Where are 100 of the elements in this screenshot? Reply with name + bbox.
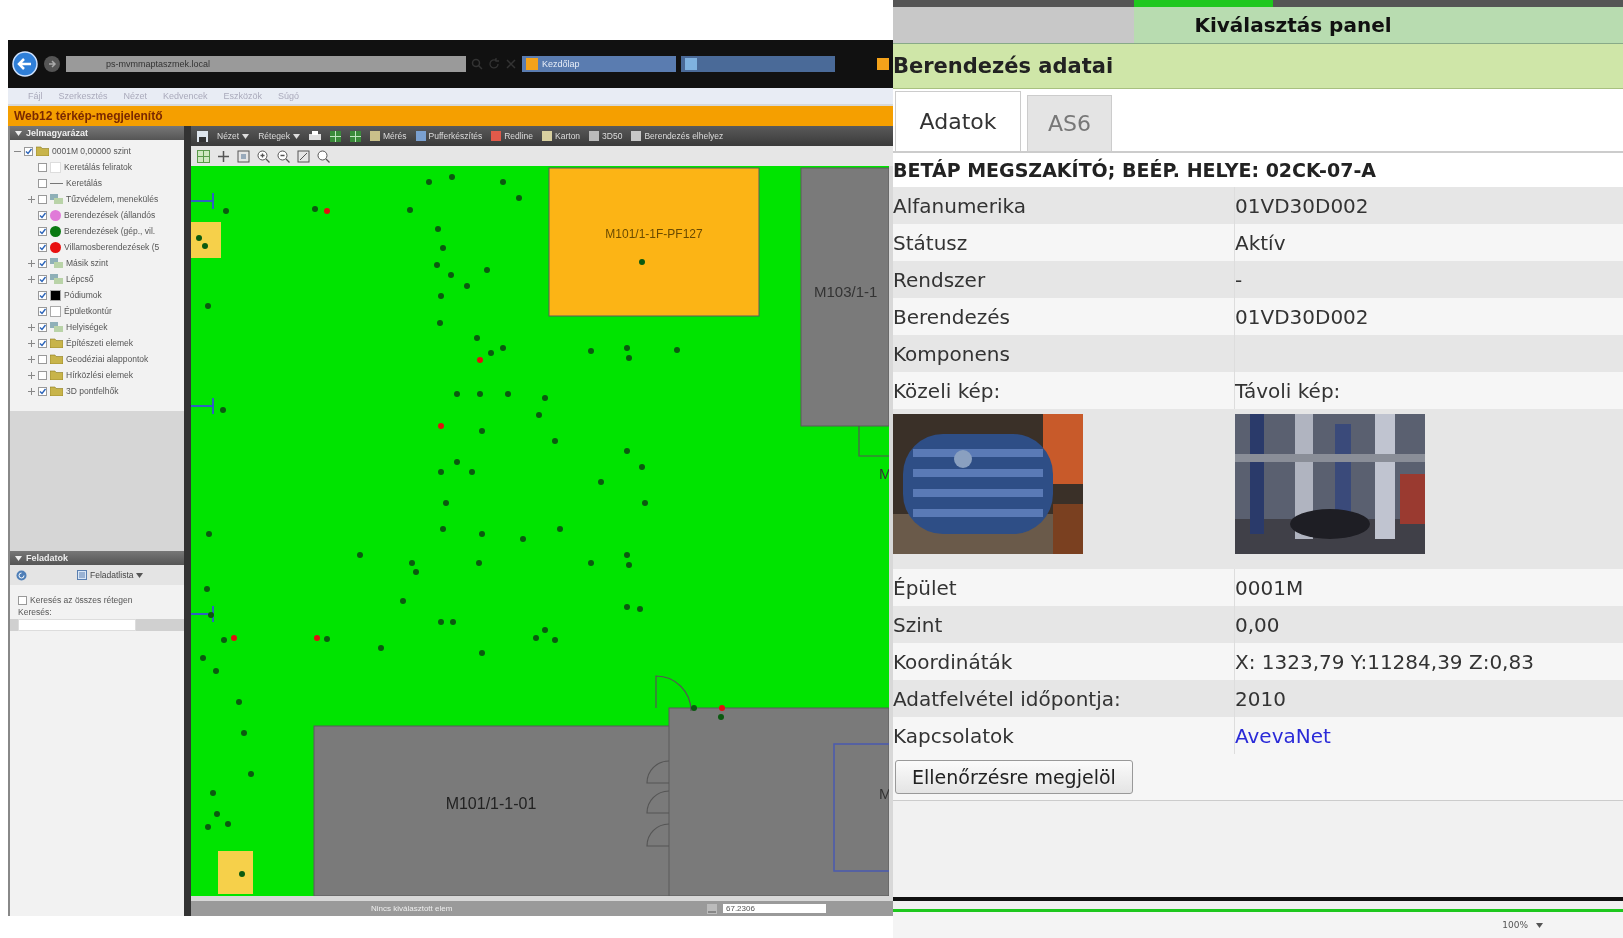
equipment-dot[interactable] <box>437 320 443 326</box>
equipment-dot[interactable] <box>438 469 444 475</box>
equipment-dot[interactable] <box>231 635 237 641</box>
equipment-dot[interactable] <box>500 345 506 351</box>
layer-label[interactable]: Másik szint <box>66 258 109 268</box>
toolbar-button[interactable]: Berendezés elhelyez <box>631 131 724 141</box>
expand-icon[interactable] <box>28 355 35 363</box>
equipment-dot[interactable] <box>454 391 460 397</box>
equipment-dot[interactable] <box>409 560 415 566</box>
equipment-dot[interactable] <box>248 771 254 777</box>
equipment-dot[interactable] <box>440 526 446 532</box>
equipment-dot[interactable] <box>239 871 245 877</box>
layer-label[interactable]: Keretálás feliratok <box>64 162 133 172</box>
equipment-dot[interactable] <box>474 335 480 341</box>
zoom-out-icon[interactable] <box>277 149 290 163</box>
equipment-dot[interactable] <box>588 348 594 354</box>
equipment-dot[interactable] <box>469 469 475 475</box>
equipment-dot[interactable] <box>407 207 413 213</box>
layer-label[interactable]: Épületkontúr <box>64 306 112 316</box>
layer-label[interactable]: Helyiségek <box>66 322 108 332</box>
equipment-dot[interactable] <box>205 824 211 830</box>
equipment-dot[interactable] <box>598 479 604 485</box>
equipment-dot[interactable] <box>438 423 444 429</box>
layer-label[interactable]: Berendezések (állandós <box>64 210 156 220</box>
checkbox[interactable] <box>38 386 47 396</box>
equipment-dot[interactable] <box>637 606 643 612</box>
equipment-dot[interactable] <box>479 650 485 656</box>
equipment-dot[interactable] <box>691 705 697 711</box>
equipment-dot[interactable] <box>413 569 419 575</box>
equipment-dot[interactable] <box>624 448 630 454</box>
toolbar-button[interactable]: Pufferkészítés <box>415 131 483 141</box>
layer-label[interactable]: Lépcső <box>66 274 94 284</box>
equipment-dot[interactable] <box>450 619 456 625</box>
equipment-dot[interactable] <box>542 395 548 401</box>
equipment-dot[interactable] <box>484 267 490 273</box>
layer-label[interactable]: Keretálás <box>66 178 102 188</box>
toolbar-button[interactable]: Mérés <box>369 131 407 141</box>
toolbar-button[interactable]: 3D50 <box>589 131 623 141</box>
equipment-dot[interactable] <box>196 235 202 241</box>
toolbar-button[interactable]: Nézet <box>217 131 250 141</box>
equipment-dot[interactable] <box>221 637 227 643</box>
equipment-dot[interactable] <box>719 705 725 711</box>
equipment-dot[interactable] <box>536 412 542 418</box>
equipment-dot[interactable] <box>435 226 441 232</box>
checkbox[interactable] <box>38 194 47 204</box>
address-field[interactable]: ps-mvmmaptaszmek.local <box>66 56 466 72</box>
equipment-dot[interactable] <box>438 619 444 625</box>
refresh-icon[interactable] <box>16 569 27 581</box>
layer-label[interactable]: Tűzvédelem, menekülés <box>66 194 159 204</box>
layer-label[interactable]: Geodéziai alappontok <box>66 354 149 364</box>
expand-icon[interactable] <box>28 371 35 379</box>
checkbox[interactable] <box>38 290 47 300</box>
equipment-dot[interactable] <box>449 174 455 180</box>
tab[interactable]: AS6 <box>1027 95 1112 151</box>
equipment-dot[interactable] <box>626 562 632 568</box>
zoom-button[interactable]: 100% <box>1502 920 1543 930</box>
equipment-dot[interactable] <box>557 526 563 532</box>
checkbox[interactable] <box>38 162 47 172</box>
equipment-dot[interactable] <box>314 635 320 641</box>
equipment-dot[interactable] <box>464 283 470 289</box>
layer-label[interactable]: Pódiumok <box>64 290 102 300</box>
forward-button[interactable] <box>43 55 61 73</box>
full-extent-icon[interactable] <box>297 149 310 163</box>
browser-tab[interactable] <box>681 56 835 72</box>
equipment-dot[interactable] <box>477 391 483 397</box>
toolbar-button[interactable]: Redline <box>491 131 534 141</box>
dropdown-button[interactable]: Feladatlista <box>77 570 144 580</box>
equipment-dot[interactable] <box>205 303 211 309</box>
equipment-dot[interactable] <box>552 637 558 643</box>
checkbox[interactable] <box>38 370 47 380</box>
checkbox[interactable] <box>18 595 27 605</box>
equipment-dot[interactable] <box>479 428 485 434</box>
mark-button[interactable]: Ellenőrzésre megjelöl <box>895 760 1133 794</box>
equipment-dot[interactable] <box>210 790 216 796</box>
equipment-dot[interactable] <box>324 636 330 642</box>
equipment-dot[interactable] <box>533 635 539 641</box>
checkbox[interactable] <box>38 258 47 268</box>
checkbox[interactable] <box>24 146 33 156</box>
expand-icon[interactable] <box>28 275 35 283</box>
expand-icon[interactable] <box>28 323 35 331</box>
zoom-box-icon[interactable] <box>237 149 250 163</box>
equipment-dot[interactable] <box>312 206 318 212</box>
layer-label[interactable]: Építészeti elemek <box>66 338 134 348</box>
equipment-dot[interactable] <box>438 293 444 299</box>
equipment-dot[interactable] <box>516 195 522 201</box>
checkbox[interactable] <box>38 226 47 236</box>
equipment-dot[interactable] <box>639 464 645 470</box>
layer-label[interactable]: 0001M 0,00000 szint <box>52 146 131 156</box>
print-icon[interactable] <box>308 130 321 142</box>
equipment-dot[interactable] <box>674 347 680 353</box>
equipment-dot[interactable] <box>236 699 242 705</box>
equipment-dot[interactable] <box>443 500 449 506</box>
scale-field[interactable]: 67.2306 <box>723 904 826 913</box>
equipment-dot[interactable] <box>552 438 558 444</box>
equipment-dot[interactable] <box>624 604 630 610</box>
collapse-icon[interactable] <box>15 555 22 561</box>
equipment-dot[interactable] <box>434 262 440 268</box>
checkbox[interactable] <box>38 242 47 252</box>
checkbox[interactable] <box>38 210 47 220</box>
equipment-dot[interactable] <box>476 560 482 566</box>
